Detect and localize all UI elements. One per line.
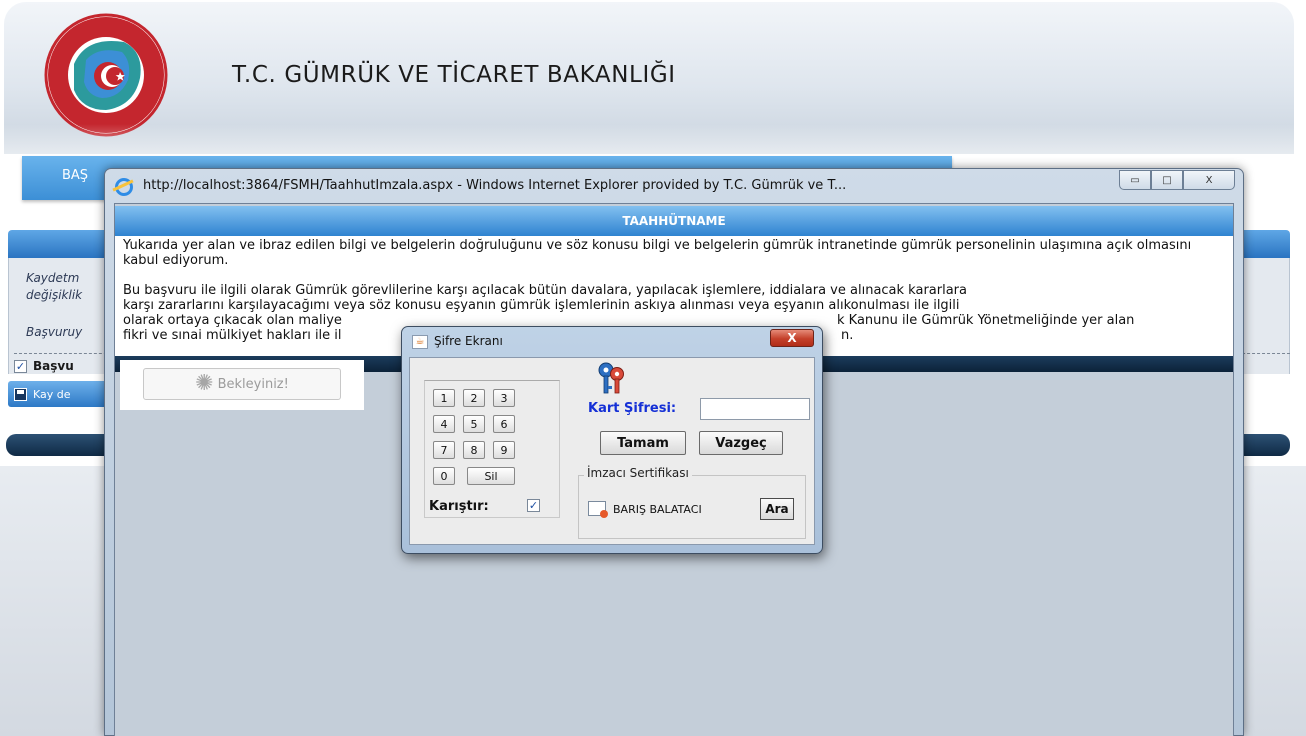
delete-key[interactable]: Sil bbox=[467, 467, 515, 485]
ie-titlebar[interactable]: http://localhost:3864/FSMH/TaahhutImzala… bbox=[105, 169, 1243, 203]
certificate-legend: İmzacı Sertifikası bbox=[584, 466, 692, 480]
shuffle-label: Karıştır: bbox=[429, 499, 489, 514]
floppy-disk-icon bbox=[14, 387, 27, 401]
save-button[interactable]: Kay de bbox=[8, 381, 108, 407]
basvuru-checkbox-row[interactable]: ✓ Başvu bbox=[14, 359, 74, 373]
taahhutname-paragraph-1: Yukarıda yer alan ve ibraz edilen bilgi … bbox=[123, 238, 1192, 268]
taahhutname-line-3-right: k Kanunu ile Gümrük Yönetmeliğinde yer a… bbox=[837, 313, 1135, 328]
card-password-input[interactable] bbox=[700, 398, 810, 420]
key-4[interactable]: 4 bbox=[433, 415, 455, 433]
taahhutname-header: TAAHHÜTNAME bbox=[115, 206, 1233, 236]
panel-label-degisiklik: değişiklik bbox=[26, 288, 83, 302]
panel-label-basvuru: Başvuruy bbox=[26, 325, 83, 339]
basvuru-checkbox-label: Başvu bbox=[33, 359, 74, 373]
page-header: T.C. GÜMRÜK VE TİCARET BAKANLIĞI bbox=[4, 2, 1294, 154]
sifre-dialog: ☕ Şifre Ekranı X 1 2 3 4 5 6 7 8 9 0 Sil… bbox=[401, 326, 823, 554]
key-7[interactable]: 7 bbox=[433, 441, 455, 459]
sifre-dialog-title: Şifre Ekranı bbox=[434, 334, 503, 348]
close-button[interactable]: X bbox=[1183, 170, 1235, 190]
card-password-label: Kart Şifresi: bbox=[588, 401, 677, 416]
key-5[interactable]: 5 bbox=[463, 415, 485, 433]
numeric-keypad: 1 2 3 4 5 6 7 8 9 0 Sil Karıştır: ✓ bbox=[424, 380, 560, 518]
maximize-button[interactable]: □ bbox=[1151, 170, 1183, 190]
ministry-title: T.C. GÜMRÜK VE TİCARET BAKANLIĞI bbox=[232, 62, 676, 88]
loading-spinner-icon: ✺ bbox=[195, 371, 214, 396]
sifre-titlebar[interactable]: ☕ Şifre Ekranı X bbox=[402, 327, 822, 355]
keys-icon bbox=[598, 362, 624, 394]
key-9[interactable]: 9 bbox=[493, 441, 515, 459]
java-icon: ☕ bbox=[412, 335, 428, 349]
wait-panel: ✺ Bekleyiniz! bbox=[120, 360, 364, 410]
basvuru-checkbox[interactable]: ✓ bbox=[14, 359, 27, 373]
sifre-close-button[interactable]: X bbox=[770, 329, 814, 347]
key-1[interactable]: 1 bbox=[433, 389, 455, 407]
shuffle-checkbox[interactable]: ✓ bbox=[527, 499, 540, 512]
ie-window-title: http://localhost:3864/FSMH/TaahhutImzala… bbox=[143, 178, 847, 193]
key-3[interactable]: 3 bbox=[493, 389, 515, 407]
minimize-button[interactable]: ▭ bbox=[1119, 170, 1151, 190]
bekleyiniz-label: Bekleyiniz! bbox=[217, 376, 289, 392]
taahhutname-line-2: karşı zararlarını karşılayacağımı veya s… bbox=[123, 298, 960, 313]
taahhutname-line-3-left: olarak ortaya çıkacak olan maliye bbox=[123, 313, 342, 328]
ie-window-controls: ▭ □ X bbox=[1119, 170, 1235, 190]
save-button-label: Kay de bbox=[33, 387, 71, 401]
ministry-logo bbox=[44, 13, 168, 137]
ok-button[interactable]: Tamam bbox=[600, 431, 686, 455]
nav-home-link[interactable]: BAŞ bbox=[62, 168, 88, 183]
bekleyiniz-button[interactable]: ✺ Bekleyiniz! bbox=[143, 368, 341, 400]
key-6[interactable]: 6 bbox=[493, 415, 515, 433]
internet-explorer-icon bbox=[115, 178, 133, 196]
taahhutname-line-4-right: n. bbox=[841, 328, 854, 343]
key-0[interactable]: 0 bbox=[433, 467, 455, 485]
search-certificate-button[interactable]: Ara bbox=[760, 498, 794, 520]
certificate-name: BARIŞ BALATACI bbox=[613, 503, 702, 516]
certificate-icon bbox=[588, 501, 608, 518]
taahhutname-line-4-left: fikri ve sınai mülkiyet hakları ile il bbox=[123, 328, 342, 343]
cancel-button[interactable]: Vazgeç bbox=[699, 431, 783, 455]
panel-label-kaydetme: Kaydetm bbox=[26, 271, 80, 285]
sifre-body: 1 2 3 4 5 6 7 8 9 0 Sil Karıştır: ✓ Kart… bbox=[409, 357, 815, 545]
key-8[interactable]: 8 bbox=[463, 441, 485, 459]
taahhutname-line-1: Bu başvuru ile ilgili olarak Gümrük göre… bbox=[123, 283, 967, 298]
key-2[interactable]: 2 bbox=[463, 389, 485, 407]
